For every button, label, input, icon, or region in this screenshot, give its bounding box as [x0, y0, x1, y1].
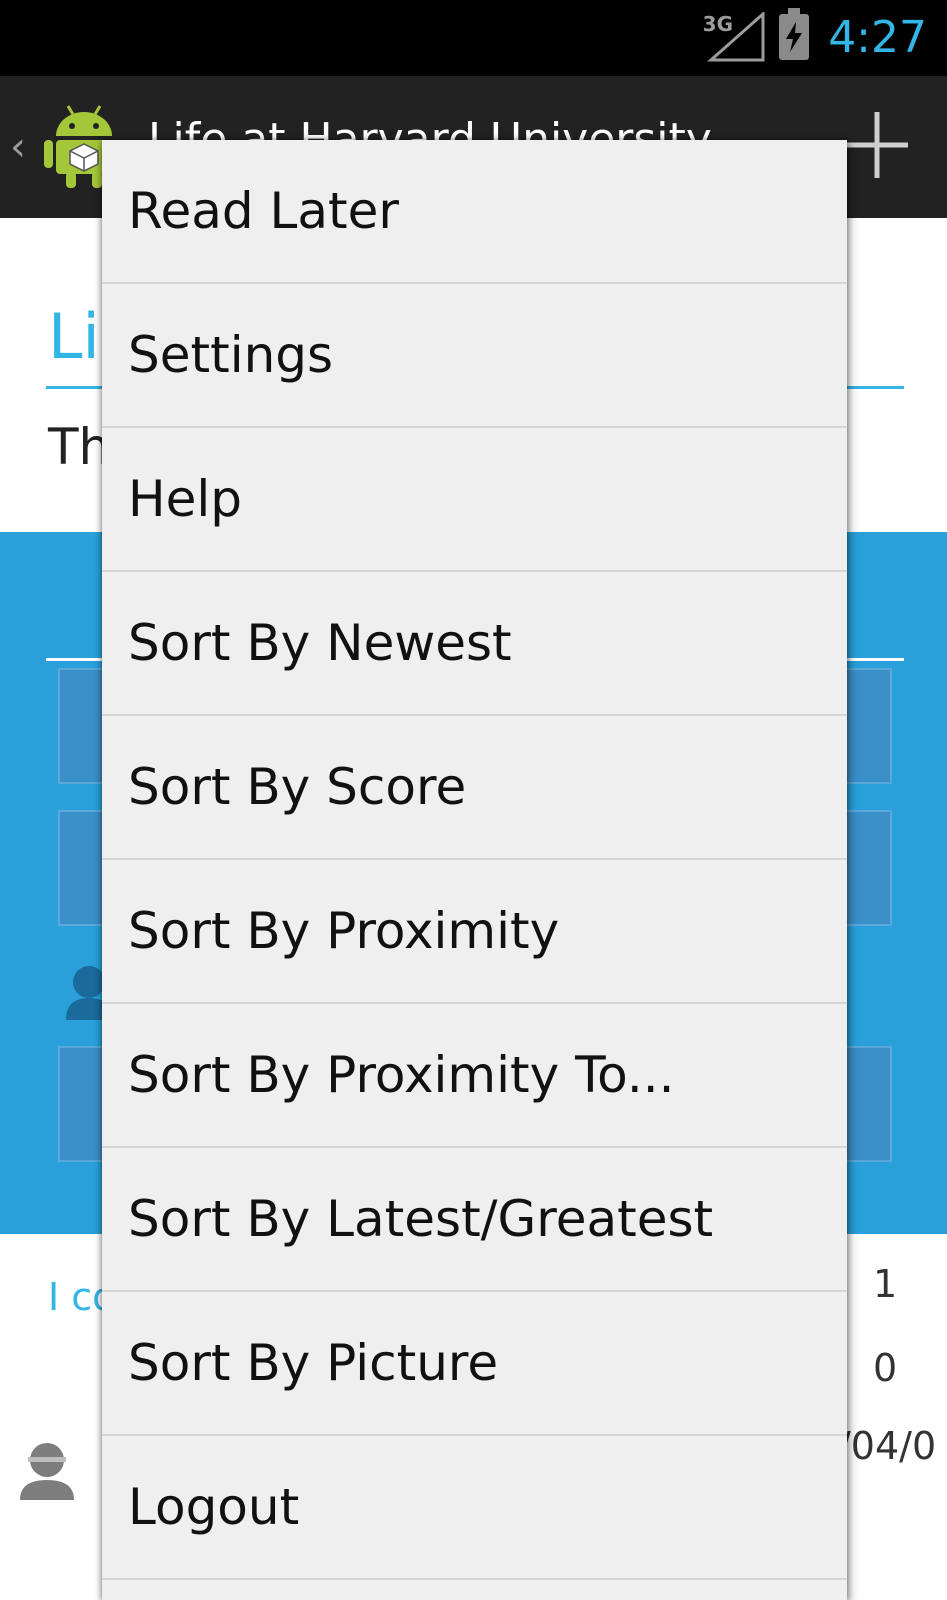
menu-item-read-later[interactable]: Read Later — [102, 140, 847, 284]
menu-item-sort-newest[interactable]: Sort By Newest — [102, 572, 847, 716]
menu-item-help[interactable]: Help — [102, 428, 847, 572]
battery-charging-icon — [779, 8, 809, 60]
add-icon[interactable] — [846, 110, 908, 180]
menu-item-sort-proximity-to[interactable]: Sort By Proximity To... — [102, 1004, 847, 1148]
page-description: Th — [48, 418, 111, 476]
page-heading: Li — [48, 300, 100, 373]
menu-item-logout[interactable]: Logout — [102, 1436, 847, 1580]
status-bar: 3G 4:27 — [0, 0, 947, 76]
menu-item-sort-proximity[interactable]: Sort By Proximity — [102, 860, 847, 1004]
user-avatar-icon — [20, 1443, 74, 1500]
menu-item-sort-latest-greatest[interactable]: Sort By Latest/Greatest — [102, 1148, 847, 1292]
menu-item-settings[interactable]: Settings — [102, 284, 847, 428]
menu-item-sort-picture[interactable]: Sort By Picture — [102, 1292, 847, 1436]
menu-item-sort-score[interactable]: Sort By Score — [102, 716, 847, 860]
overflow-menu: Read Later Settings Help Sort By Newest … — [102, 140, 847, 1600]
status-clock: 4:27 — [828, 12, 927, 63]
post-date: /04/0 — [838, 1424, 937, 1468]
up-navigation-icon[interactable]: ‹ — [10, 124, 26, 170]
score-count: 1 — [873, 1262, 898, 1306]
signal-strength-icon — [707, 12, 765, 62]
comment-count: 0 — [873, 1346, 898, 1390]
